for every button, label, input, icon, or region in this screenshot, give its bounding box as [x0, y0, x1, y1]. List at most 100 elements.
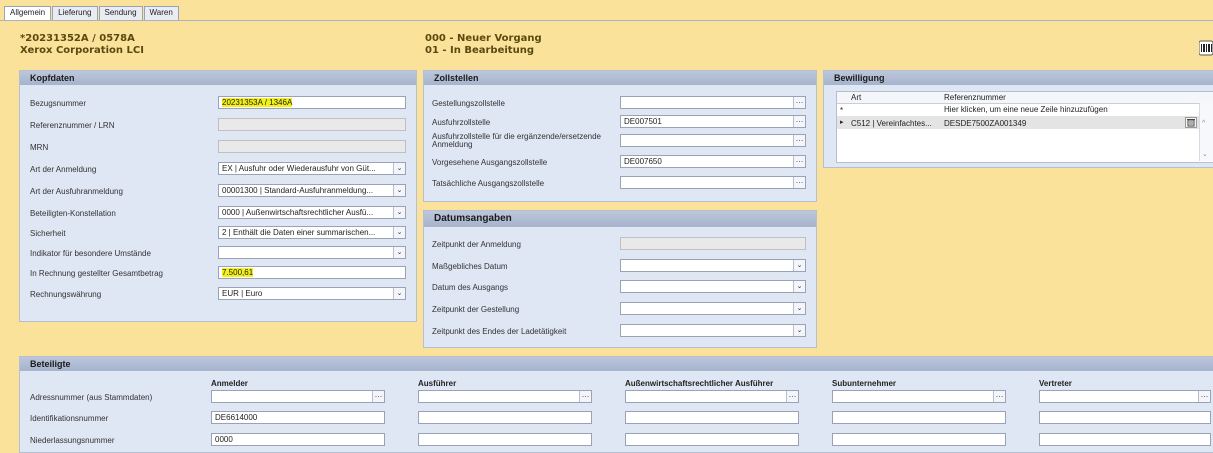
chevron-up-icon[interactable]: ^ [1202, 120, 1205, 127]
select-value: EUR | Euro [222, 289, 263, 298]
tab-allgemein[interactable]: Allgemein [4, 6, 52, 20]
row-label-niederlassungsnummer: Niederlassungsnummer [30, 436, 115, 445]
select-value: EX | Ausfuhr oder Wiederausfuhr von Güt.… [222, 164, 376, 173]
datumsangaben-panel: Datumsangaben Zeitpunkt der Anmeldung Ma… [423, 210, 817, 348]
zollstellen-panel: Zollstellen Gestellungszollstelle … Ausf… [423, 70, 817, 202]
processing-status: 01 - In Bearbeitung [425, 45, 534, 56]
col-header-ausfuehrer: Ausführer [418, 379, 457, 388]
datumsangaben-title: Datumsangaben [424, 211, 816, 227]
grid-header [837, 92, 1213, 104]
new-row-hint[interactable]: Hier klicken, um eine neue Zeile hinzuzu… [944, 105, 1108, 114]
massgebliches-datum-select[interactable]: ⌄ [620, 259, 806, 272]
ellipsis-icon[interactable]: … [786, 391, 798, 402]
anmelder-niederlassungsnummer-input[interactable]: 0000 [211, 433, 385, 446]
select-value: 0000 | Außenwirtschaftsrechtlicher Ausfü… [222, 208, 374, 217]
field-label: Art der Anmeldung [30, 165, 97, 174]
vorgesehene-ausgangszollstelle-input[interactable]: DE007650 … [620, 155, 806, 168]
bewilligung-panel: Bewilligung Art Referenznummer * Hier kl… [823, 70, 1213, 168]
bezugsnummer-input[interactable]: 20231353A / 1346A [218, 96, 406, 109]
datum-ausgang-select[interactable]: ⌄ [620, 280, 806, 293]
tab-lieferung[interactable]: Lieferung [52, 6, 98, 20]
zeitpunkt-gestellung-select[interactable]: ⌄ [620, 302, 806, 315]
tatsaechliche-ausgangszollstelle-input[interactable]: … [620, 176, 806, 189]
zeitpunkt-anmeldung-input[interactable] [620, 237, 806, 250]
field-value: DE007501 [624, 117, 662, 126]
tab-sendung[interactable]: Sendung [98, 6, 143, 20]
row-label-identifikationsnummer: Identifikationsnummer [30, 414, 109, 423]
ergaenzende-zollstelle-input[interactable]: … [620, 134, 806, 147]
ellipsis-icon[interactable]: … [793, 97, 805, 108]
row-label-adressnummer: Adressnummer (aus Stammdaten) [30, 393, 153, 402]
chevron-down-icon[interactable]: ⌄ [393, 247, 405, 258]
art-der-anmeldung-select[interactable]: EX | Ausfuhr oder Wiederausfuhr von Güt.… [218, 162, 406, 175]
chevron-down-icon[interactable]: ⌄ [1202, 150, 1208, 158]
field-value: DE007650 [624, 157, 662, 166]
ausfuehrer-identifikationsnummer-input[interactable] [418, 411, 592, 424]
gestellungszollstelle-input[interactable]: … [620, 96, 806, 109]
barcode-icon[interactable] [1198, 40, 1213, 56]
ellipsis-icon[interactable]: … [579, 391, 591, 402]
mrn-input[interactable] [218, 140, 406, 153]
subunternehmer-identifikationsnummer-input[interactable] [832, 411, 1006, 424]
aw-ausfuehrer-adressnummer-input[interactable]: … [625, 390, 799, 403]
aw-ausfuehrer-niederlassungsnummer-input[interactable] [625, 433, 799, 446]
field-label: Ausfuhrzollstelle [432, 118, 491, 127]
ellipsis-icon[interactable]: … [793, 116, 805, 127]
field-label: Gestellungszollstelle [432, 99, 505, 108]
ellipsis-icon[interactable]: … [793, 156, 805, 167]
anmelder-identifikationsnummer-input[interactable]: DE6614000 [211, 411, 385, 424]
col-header-vertreter: Vertreter [1039, 379, 1072, 388]
chevron-down-icon[interactable]: ⌄ [393, 207, 405, 218]
lrn-input[interactable] [218, 118, 406, 131]
col-header-subunternehmer: Subunternehmer [832, 379, 897, 388]
field-label: MRN [30, 143, 49, 152]
row-marker: ▸ [840, 119, 844, 126]
col-header-art: Art [851, 93, 862, 102]
indikator-select[interactable]: ⌄ [218, 246, 406, 259]
ausfuhrzollstelle-input[interactable]: DE007501 … [620, 115, 806, 128]
field-label: Zeitpunkt des Endes der Ladetätigkeit [432, 327, 567, 336]
zollstellen-title: Zollstellen [424, 71, 816, 85]
chevron-down-icon[interactable]: ⌄ [393, 227, 405, 238]
subunternehmer-adressnummer-input[interactable]: … [832, 390, 1006, 403]
ausfuehrer-adressnummer-input[interactable]: … [418, 390, 592, 403]
field-value: 7.500,61 [222, 268, 254, 277]
ellipsis-icon[interactable]: … [993, 391, 1005, 402]
chevron-down-icon[interactable]: ⌄ [793, 281, 805, 292]
chevron-down-icon[interactable]: ⌄ [793, 260, 805, 271]
select-value: 00001300 | Standard-Ausfuhranmeldung... [222, 186, 374, 195]
chevron-down-icon[interactable]: ⌄ [393, 163, 405, 174]
vertreter-adressnummer-input[interactable]: … [1039, 390, 1211, 403]
rechnungswaehrung-select[interactable]: EUR | Euro ⌄ [218, 287, 406, 300]
ellipsis-icon[interactable]: … [1198, 391, 1210, 402]
art-der-ausfuhranmeldung-select[interactable]: 00001300 | Standard-Ausfuhranmeldung... ⌄ [218, 184, 406, 197]
chevron-down-icon[interactable]: ⌄ [393, 288, 405, 299]
tab-strip: Allgemein Lieferung Sendung Waren [4, 6, 180, 20]
tab-waren[interactable]: Waren [143, 6, 179, 20]
bewilligung-title: Bewilligung [824, 71, 1213, 85]
beteiligten-konstellation-select[interactable]: 0000 | Außenwirtschaftsrechtlicher Ausfü… [218, 206, 406, 219]
ausfuehrer-niederlassungsnummer-input[interactable] [418, 433, 592, 446]
vertreter-identifikationsnummer-input[interactable] [1039, 411, 1211, 424]
chevron-down-icon[interactable]: ⌄ [393, 185, 405, 196]
anmelder-adressnummer-input[interactable]: … [211, 390, 385, 403]
field-value: 20231353A / 1346A [222, 98, 293, 107]
field-label: Zeitpunkt der Anmeldung [432, 240, 521, 249]
chevron-down-icon[interactable]: ⌄ [793, 325, 805, 336]
subunternehmer-niederlassungsnummer-input[interactable] [832, 433, 1006, 446]
ende-ladetaetigkeit-select[interactable]: ⌄ [620, 324, 806, 337]
field-label: Zeitpunkt der Gestellung [432, 305, 520, 314]
new-row-marker: * [840, 106, 844, 115]
ellipsis-icon[interactable]: … [793, 177, 805, 188]
ellipsis-icon[interactable]: … [793, 135, 805, 146]
vertreter-niederlassungsnummer-input[interactable] [1039, 433, 1211, 446]
gesamtbetrag-input[interactable]: 7.500,61 [218, 266, 406, 279]
col-header-aw-ausfuehrer: Außenwirtschaftsrechtlicher Ausführer [625, 379, 774, 388]
aw-ausfuehrer-identifikationsnummer-input[interactable] [625, 411, 799, 424]
field-label: Art der Ausfuhranmeldung [30, 187, 123, 196]
ellipsis-icon[interactable]: … [372, 391, 384, 402]
sicherheit-select[interactable]: 2 | Enthält die Daten einer summarischen… [218, 226, 406, 239]
company-name: Xerox Corporation LCI [20, 45, 144, 56]
trash-icon[interactable] [1185, 117, 1197, 128]
chevron-down-icon[interactable]: ⌄ [793, 303, 805, 314]
